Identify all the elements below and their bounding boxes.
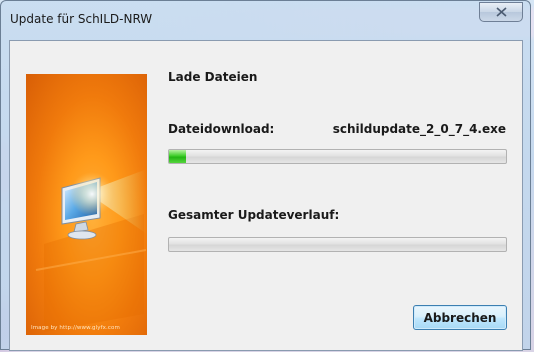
overall-progress-bar bbox=[168, 237, 507, 252]
file-name: schildupdate_2_0_7_4.exe bbox=[332, 122, 506, 136]
abort-button[interactable]: Abbrechen bbox=[413, 305, 507, 330]
file-download-label: Dateidownload: bbox=[168, 122, 275, 136]
image-credit: Image by http://www.glyfx.com bbox=[31, 325, 120, 331]
update-dialog-window: Update für SchILD-NRW Image by http://ww… bbox=[0, 0, 531, 351]
status-heading: Lade Dateien bbox=[168, 70, 258, 84]
overall-progress-label: Gesamter Updateverlauf: bbox=[168, 208, 340, 222]
side-banner-image: Image by http://www.glyfx.com bbox=[26, 74, 147, 335]
window-title: Update für SchILD-NRW bbox=[10, 12, 153, 26]
screen: Update für SchILD-NRW Image by http://ww… bbox=[0, 0, 534, 352]
file-progress-fill bbox=[169, 150, 186, 163]
dialog-content: Image by http://www.glyfx.com Lade Datei… bbox=[9, 40, 523, 351]
file-progress-bar bbox=[168, 149, 507, 164]
title-bar[interactable]: Update für SchILD-NRW bbox=[1, 1, 530, 39]
close-button[interactable] bbox=[479, 2, 523, 22]
close-icon bbox=[495, 7, 507, 17]
